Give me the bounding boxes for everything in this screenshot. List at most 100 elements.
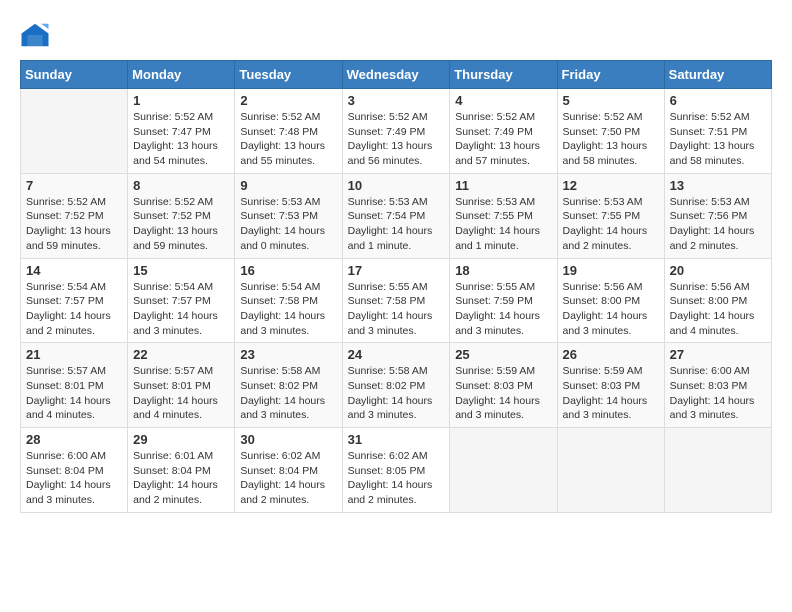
calendar-cell: 22 Sunrise: 5:57 AMSunset: 8:01 PMDayligh… [128,343,235,428]
day-number: 15 [133,263,229,278]
calendar-cell: 21 Sunrise: 5:57 AMSunset: 8:01 PMDayligh… [21,343,128,428]
calendar-week-row: 14 Sunrise: 5:54 AMSunset: 7:57 PMDayligh… [21,258,772,343]
calendar-cell: 19 Sunrise: 5:56 AMSunset: 8:00 PMDayligh… [557,258,664,343]
day-number: 27 [670,347,766,362]
day-number: 8 [133,178,229,193]
day-info: Sunrise: 5:52 AMSunset: 7:47 PMDaylight:… [133,110,229,169]
calendar-header-saturday: Saturday [664,61,771,89]
calendar-table: SundayMondayTuesdayWednesdayThursdayFrid… [20,60,772,513]
calendar-header-friday: Friday [557,61,664,89]
calendar-header-tuesday: Tuesday [235,61,342,89]
calendar-cell: 31 Sunrise: 6:02 AMSunset: 8:05 PMDayligh… [342,428,450,513]
calendar-week-row: 7 Sunrise: 5:52 AMSunset: 7:52 PMDaylight… [21,173,772,258]
calendar-cell: 8 Sunrise: 5:52 AMSunset: 7:52 PMDaylight… [128,173,235,258]
day-number: 29 [133,432,229,447]
day-info: Sunrise: 5:53 AMSunset: 7:53 PMDaylight:… [240,195,336,254]
day-number: 3 [348,93,445,108]
day-info: Sunrise: 5:54 AMSunset: 7:57 PMDaylight:… [26,280,122,339]
day-info: Sunrise: 6:00 AMSunset: 8:04 PMDaylight:… [26,449,122,508]
day-number: 1 [133,93,229,108]
calendar-cell [21,89,128,174]
calendar-cell: 14 Sunrise: 5:54 AMSunset: 7:57 PMDayligh… [21,258,128,343]
day-info: Sunrise: 5:52 AMSunset: 7:50 PMDaylight:… [563,110,659,169]
day-number: 28 [26,432,122,447]
day-number: 18 [455,263,551,278]
day-number: 4 [455,93,551,108]
day-number: 6 [670,93,766,108]
calendar-cell: 27Sunrise: 6:00 AMSunset: 8:03 PMDayligh… [664,343,771,428]
day-info: Sunrise: 5:52 AMSunset: 7:49 PMDaylight:… [348,110,445,169]
calendar-cell [450,428,557,513]
day-info: Sunrise: 5:53 AMSunset: 7:55 PMDaylight:… [455,195,551,254]
day-number: 30 [240,432,336,447]
calendar-cell: 3 Sunrise: 5:52 AMSunset: 7:49 PMDaylight… [342,89,450,174]
day-info: Sunrise: 6:02 AMSunset: 8:05 PMDaylight:… [348,449,445,508]
calendar-cell: 11 Sunrise: 5:53 AMSunset: 7:55 PMDayligh… [450,173,557,258]
day-number: 14 [26,263,122,278]
day-number: 10 [348,178,445,193]
calendar-cell: 16Sunrise: 5:54 AMSunset: 7:58 PMDayligh… [235,258,342,343]
calendar-cell: 6 Sunrise: 5:52 AMSunset: 7:51 PMDaylight… [664,89,771,174]
day-number: 26 [563,347,659,362]
day-info: Sunrise: 5:57 AMSunset: 8:01 PMDaylight:… [133,364,229,423]
calendar-week-row: 1 Sunrise: 5:52 AMSunset: 7:47 PMDaylight… [21,89,772,174]
calendar-cell: 7Sunrise: 5:52 AMSunset: 7:52 PMDaylight… [21,173,128,258]
day-info: Sunrise: 5:53 AMSunset: 7:55 PMDaylight:… [563,195,659,254]
calendar-cell: 20 Sunrise: 5:56 AMSunset: 8:00 PMDayligh… [664,258,771,343]
day-info: Sunrise: 5:56 AMSunset: 8:00 PMDaylight:… [670,280,766,339]
day-number: 25 [455,347,551,362]
calendar-cell: 28 Sunrise: 6:00 AMSunset: 8:04 PMDayligh… [21,428,128,513]
day-number: 13 [670,178,766,193]
calendar-cell: 17Sunrise: 5:55 AMSunset: 7:58 PMDayligh… [342,258,450,343]
logo-icon [20,20,50,50]
day-info: Sunrise: 5:58 AMSunset: 8:02 PMDaylight:… [348,364,445,423]
calendar-header-monday: Monday [128,61,235,89]
calendar-header-sunday: Sunday [21,61,128,89]
day-number: 11 [455,178,551,193]
day-number: 20 [670,263,766,278]
day-number: 7 [26,178,122,193]
day-number: 23 [240,347,336,362]
calendar-cell: 1 Sunrise: 5:52 AMSunset: 7:47 PMDaylight… [128,89,235,174]
day-number: 9 [240,178,336,193]
calendar-cell: 5 Sunrise: 5:52 AMSunset: 7:50 PMDaylight… [557,89,664,174]
calendar-header-thursday: Thursday [450,61,557,89]
day-info: Sunrise: 5:52 AMSunset: 7:52 PMDaylight:… [133,195,229,254]
calendar-cell: 30 Sunrise: 6:02 AMSunset: 8:04 PMDayligh… [235,428,342,513]
calendar-cell: 23 Sunrise: 5:58 AMSunset: 8:02 PMDayligh… [235,343,342,428]
calendar-cell: 18 Sunrise: 5:55 AMSunset: 7:59 PMDayligh… [450,258,557,343]
calendar-header-row: SundayMondayTuesdayWednesdayThursdayFrid… [21,61,772,89]
calendar-cell: 10 Sunrise: 5:53 AMSunset: 7:54 PMDayligh… [342,173,450,258]
calendar-cell: 13 Sunrise: 5:53 AMSunset: 7:56 PMDayligh… [664,173,771,258]
day-info: Sunrise: 5:57 AMSunset: 8:01 PMDaylight:… [26,364,122,423]
day-info: Sunrise: 5:55 AMSunset: 7:59 PMDaylight:… [455,280,551,339]
day-info: Sunrise: 5:58 AMSunset: 8:02 PMDaylight:… [240,364,336,423]
day-info: Sunrise: 5:59 AMSunset: 8:03 PMDaylight:… [563,364,659,423]
day-number: 2 [240,93,336,108]
calendar-cell: 15 Sunrise: 5:54 AMSunset: 7:57 PMDayligh… [128,258,235,343]
day-number: 21 [26,347,122,362]
day-number: 31 [348,432,445,447]
day-info: Sunrise: 5:54 AMSunset: 7:57 PMDaylight:… [133,280,229,339]
day-info: Sunrise: 6:02 AMSunset: 8:04 PMDaylight:… [240,449,336,508]
calendar-cell: 4Sunrise: 5:52 AMSunset: 7:49 PMDaylight… [450,89,557,174]
day-info: Sunrise: 5:52 AMSunset: 7:51 PMDaylight:… [670,110,766,169]
calendar-header-wednesday: Wednesday [342,61,450,89]
day-info: Sunrise: 6:01 AMSunset: 8:04 PMDaylight:… [133,449,229,508]
day-info: Sunrise: 5:56 AMSunset: 8:00 PMDaylight:… [563,280,659,339]
day-info: Sunrise: 5:53 AMSunset: 7:54 PMDaylight:… [348,195,445,254]
page-header [20,20,772,50]
day-info: Sunrise: 5:59 AMSunset: 8:03 PMDaylight:… [455,364,551,423]
calendar-cell: 2Sunrise: 5:52 AMSunset: 7:48 PMDaylight… [235,89,342,174]
day-number: 12 [563,178,659,193]
calendar-cell: 24Sunrise: 5:58 AMSunset: 8:02 PMDayligh… [342,343,450,428]
day-info: Sunrise: 5:53 AMSunset: 7:56 PMDaylight:… [670,195,766,254]
logo [20,20,54,50]
day-number: 22 [133,347,229,362]
calendar-cell: 25 Sunrise: 5:59 AMSunset: 8:03 PMDayligh… [450,343,557,428]
calendar-cell: 9 Sunrise: 5:53 AMSunset: 7:53 PMDaylight… [235,173,342,258]
calendar-cell: 26 Sunrise: 5:59 AMSunset: 8:03 PMDayligh… [557,343,664,428]
day-info: Sunrise: 5:54 AMSunset: 7:58 PMDaylight:… [240,280,336,339]
day-number: 19 [563,263,659,278]
day-number: 5 [563,93,659,108]
